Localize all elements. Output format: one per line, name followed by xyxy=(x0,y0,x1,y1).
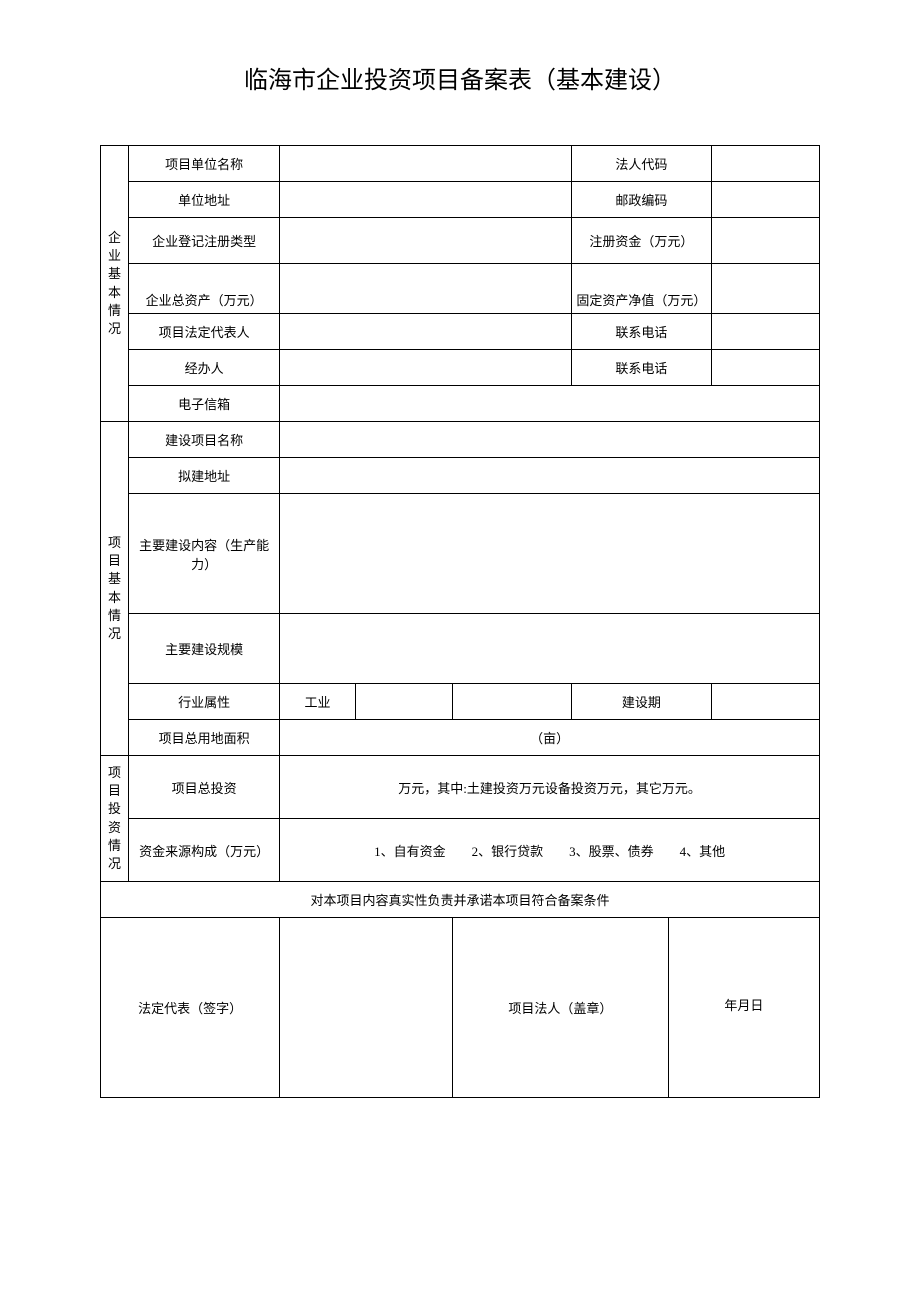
label-legal-code: 法人代码 xyxy=(571,146,711,182)
section-enterprise-info: 企业基本情况 xyxy=(101,146,129,422)
label-project-name: 建设项目名称 xyxy=(129,422,280,458)
label-phone2: 联系电话 xyxy=(571,350,711,386)
label-reg-capital: 注册资金（万元） xyxy=(571,218,711,264)
label-legal-rep: 项目法定代表人 xyxy=(129,314,280,350)
label-email: 电子信箱 xyxy=(129,386,280,422)
text-fund-options: 1、自有资金 2、银行贷款 3、股票、债券 4、其他 xyxy=(280,819,820,882)
input-construction-period[interactable] xyxy=(711,684,819,720)
input-phone1[interactable] xyxy=(711,314,819,350)
label-legal-person-seal: 项目法人（盖章） xyxy=(452,918,668,1098)
input-handler[interactable] xyxy=(280,350,571,386)
label-fund-source: 资金来源构成（万元） xyxy=(129,819,280,882)
input-main-scale[interactable] xyxy=(280,614,820,684)
label-industry-type: 工业 xyxy=(280,684,356,720)
input-industry-1[interactable] xyxy=(355,684,452,720)
label-legal-rep-sign: 法定代表（签字） xyxy=(101,918,280,1098)
label-handler: 经办人 xyxy=(129,350,280,386)
input-phone2[interactable] xyxy=(711,350,819,386)
label-reg-type: 企业登记注册类型 xyxy=(129,218,280,264)
input-legal-rep-sign[interactable] xyxy=(280,918,453,1098)
label-date: 年月日 xyxy=(668,918,819,1098)
label-postcode: 邮政编码 xyxy=(571,182,711,218)
label-land-area: 项目总用地面积 xyxy=(129,720,280,756)
label-fixed-assets: 固定资产净值（万元） xyxy=(571,264,711,314)
input-proposed-addr[interactable] xyxy=(280,458,820,494)
input-main-content[interactable] xyxy=(280,494,820,614)
page-title: 临海市企业投资项目备案表（基本建设） xyxy=(100,60,820,95)
label-main-content: 主要建设内容（生产能力） xyxy=(129,494,280,614)
section-investment-info: 项目投资情况 xyxy=(101,756,129,882)
label-total-investment: 项目总投资 xyxy=(129,756,280,819)
input-legal-code[interactable] xyxy=(711,146,819,182)
label-land-unit: （亩） xyxy=(280,720,820,756)
input-address[interactable] xyxy=(280,182,571,218)
label-construction-period: 建设期 xyxy=(571,684,711,720)
label-phone1: 联系电话 xyxy=(571,314,711,350)
commitment-statement: 对本项目内容真实性负责并承诺本项目符合备案条件 xyxy=(101,882,820,918)
input-legal-rep[interactable] xyxy=(280,314,571,350)
label-unit-name: 项目单位名称 xyxy=(129,146,280,182)
input-reg-capital[interactable] xyxy=(711,218,819,264)
text-investment-detail: 万元，其中:土建投资万元设备投资万元，其它万元。 xyxy=(280,756,820,819)
form-table: 企业基本情况 项目单位名称 法人代码 单位地址 邮政编码 企业登记注册类型 注册… xyxy=(100,145,820,1098)
section-project-info: 项目基本情况 xyxy=(101,422,129,756)
input-industry-2[interactable] xyxy=(452,684,571,720)
input-project-name[interactable] xyxy=(280,422,820,458)
input-reg-type[interactable] xyxy=(280,218,571,264)
label-total-assets: 企业总资产（万元） xyxy=(129,264,280,314)
label-main-scale: 主要建设规模 xyxy=(129,614,280,684)
input-postcode[interactable] xyxy=(711,182,819,218)
label-industry: 行业属性 xyxy=(129,684,280,720)
input-total-assets[interactable] xyxy=(280,264,571,314)
input-unit-name[interactable] xyxy=(280,146,571,182)
input-email[interactable] xyxy=(280,386,820,422)
label-proposed-addr: 拟建地址 xyxy=(129,458,280,494)
label-address: 单位地址 xyxy=(129,182,280,218)
input-fixed-assets[interactable] xyxy=(711,264,819,314)
